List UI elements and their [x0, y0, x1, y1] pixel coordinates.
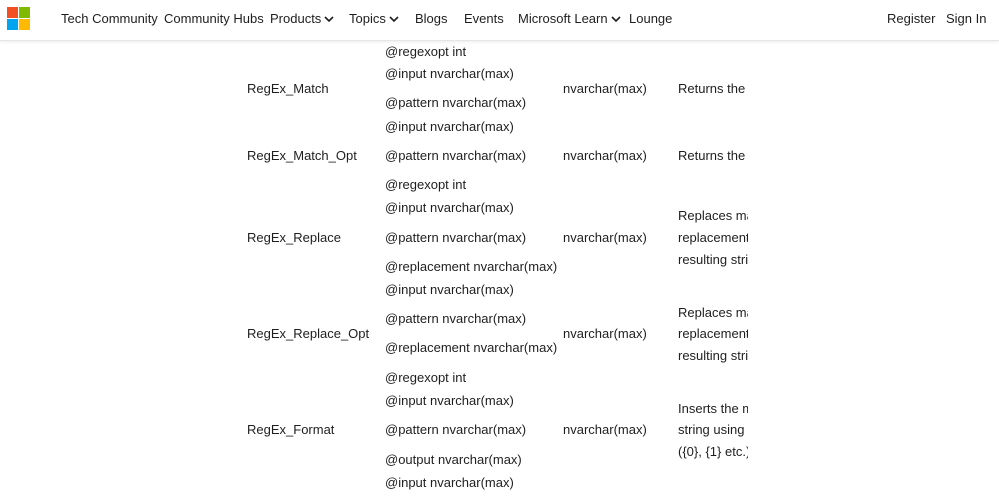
description-text: Replaces mat [678, 208, 748, 223]
return-type-cell: nvarchar(max) [563, 230, 647, 245]
nav-item-topics[interactable]: Topics [349, 11, 399, 27]
description-text: Returns the f [678, 148, 748, 163]
nav-item-label: Tech Community [61, 11, 158, 26]
nav-item-tech-community[interactable]: Tech Community [61, 11, 158, 27]
nav-item-community-hubs[interactable]: Community Hubs [164, 11, 264, 27]
nav-item-label: Microsoft Learn [518, 11, 608, 26]
description-text: string using p [678, 422, 748, 437]
parameter-text: @replacement nvarchar(max) [385, 259, 558, 274]
parameter-text: @pattern nvarchar(max) [385, 422, 527, 437]
article-content: @regexopt int RegEx_Match @input nvarchar(… [0, 41, 999, 499]
return-type-cell: nvarchar(max) [563, 81, 647, 96]
return-type-cell: nvarchar(max) [563, 148, 647, 163]
microsoft-logo[interactable] [7, 7, 31, 31]
description-text: Returns the f [678, 81, 748, 96]
function-name-cell: RegEx_Match_Opt [247, 148, 357, 163]
logo-square-blue [7, 19, 18, 30]
description-text: replacement [678, 326, 748, 341]
chevron-down-icon [389, 15, 399, 22]
logo-square-yellow [19, 19, 30, 30]
nav-item-label: Community Hubs [164, 11, 264, 26]
function-name-cell: RegEx_Match [247, 81, 329, 96]
top-nav-bar: Tech Community Community Hubs Products Topi… [0, 0, 999, 41]
parameter-text: @input nvarchar(max) [385, 66, 514, 81]
nav-item-label: Topics [349, 11, 386, 26]
parameter-text: @input nvarchar(max) [385, 282, 514, 297]
description-text: ({0}, {1} etc.) a [678, 444, 748, 459]
parameter-text: @replacement nvarchar(max) [385, 340, 558, 355]
function-name-cell: RegEx_Replace [247, 230, 341, 245]
parameter-text: @input nvarchar(max) [385, 475, 514, 490]
nav-item-label: Lounge [629, 11, 673, 26]
parameter-text: @input nvarchar(max) [385, 119, 514, 134]
parameter-text: @regexopt int [385, 44, 467, 59]
logo-square-red [7, 7, 18, 18]
nav-item-events[interactable]: Events [464, 11, 504, 27]
logo-square-green [19, 7, 30, 18]
description-text: Inserts the m [678, 401, 748, 416]
parameter-text: @pattern nvarchar(max) [385, 148, 527, 163]
parameter-text: @pattern nvarchar(max) [385, 95, 527, 110]
return-type-cell: nvarchar(max) [563, 326, 647, 341]
sign-in-link[interactable]: Sign In [946, 11, 986, 27]
chevron-down-icon [611, 15, 621, 22]
nav-item-lounge[interactable]: Lounge [629, 11, 672, 27]
nav-item-label: Products [270, 11, 322, 26]
description-text: resulting strir [678, 252, 748, 267]
function-name-cell: RegEx_Replace_Opt [247, 326, 370, 341]
nav-item-label: Blogs [415, 11, 448, 26]
parameter-text: @regexopt int [385, 370, 467, 385]
parameter-text: @regexopt int [385, 177, 467, 192]
description-text: replacement [678, 230, 748, 245]
return-type-cell: nvarchar(max) [563, 422, 647, 437]
parameter-text: @pattern nvarchar(max) [385, 311, 527, 326]
parameter-text: @input nvarchar(max) [385, 200, 514, 215]
nav-item-label: Events [464, 11, 504, 26]
parameter-text: @input nvarchar(max) [385, 393, 514, 408]
description-text: resulting strir [678, 348, 748, 363]
parameter-text: @pattern nvarchar(max) [385, 230, 527, 245]
chevron-down-icon [324, 15, 334, 22]
function-name-cell: RegEx_Format [247, 422, 335, 437]
description-text: Replaces mat [678, 305, 748, 320]
parameter-text: @output nvarchar(max) [385, 452, 522, 467]
nav-item-products[interactable]: Products [270, 11, 334, 27]
register-link[interactable]: Register [887, 11, 935, 27]
nav-item-microsoft-learn[interactable]: Microsoft Learn [518, 11, 621, 27]
nav-item-blogs[interactable]: Blogs [415, 11, 448, 27]
